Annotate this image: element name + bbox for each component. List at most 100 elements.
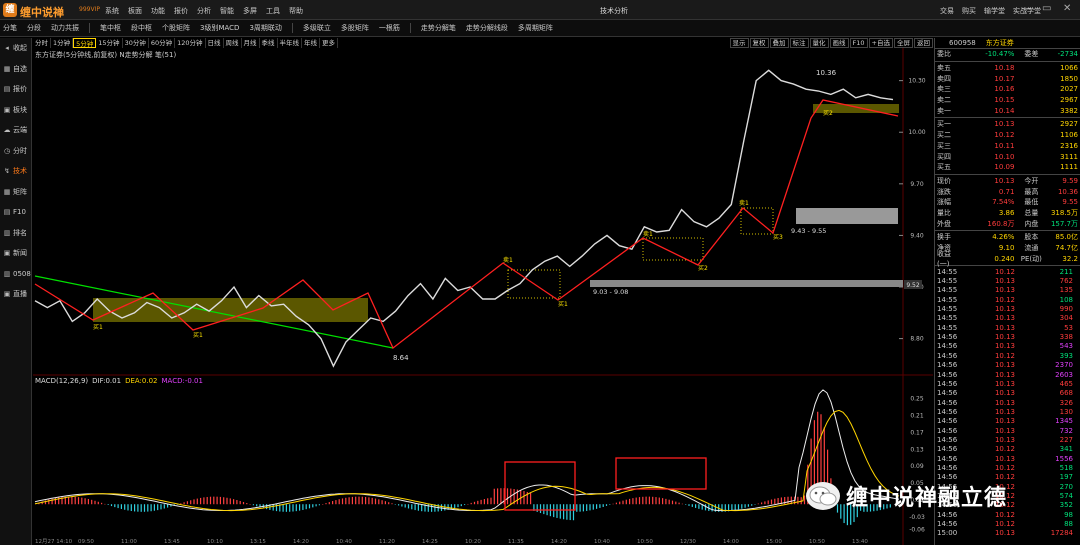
app-logo[interactable]: 缠 (3, 3, 17, 17)
toolbar-button[interactable]: 笔中枢 (100, 23, 121, 33)
macd-bar (114, 504, 116, 508)
order-book-row[interactable]: 买三 10.11 2316 (935, 141, 1080, 152)
sidebar-item[interactable]: ◷ 分时 (0, 141, 31, 162)
sidebar-item[interactable]: ▤ F10 (0, 202, 31, 223)
time-axis-label: 14:25 (422, 539, 438, 545)
sidebar-item[interactable]: ▥ 0508 (0, 264, 31, 285)
macd-bar (770, 499, 773, 505)
order-book-row[interactable]: 买五 10.09 1111 (935, 162, 1080, 173)
macd-axis-label: 0.21 (910, 413, 924, 420)
order-book-row[interactable]: 买四 10.10 3111 (935, 151, 1080, 162)
toolbar-button[interactable]: 多周期矩阵 (518, 23, 553, 33)
stat-label: 总量 (1024, 208, 1039, 217)
sidebar-item[interactable]: ▦ 自选 (0, 59, 31, 80)
order-book-row[interactable]: 卖五 10.18 1066 (935, 63, 1080, 74)
order-book-row[interactable]: 卖三 10.16 2027 (935, 84, 1080, 95)
right-menu-item[interactable]: 购买 (962, 6, 976, 16)
macd-value: MACD:-0.01 (161, 377, 203, 385)
macd-bar (272, 504, 274, 511)
order-book-row[interactable]: 买一 10.13 2927 (935, 119, 1080, 130)
maximize-icon[interactable]: ▭ (1042, 3, 1051, 14)
order-book-row[interactable]: 买二 10.12 1106 (935, 130, 1080, 141)
sidebar-item[interactable]: ◂ 收起 (0, 38, 31, 59)
range-label: 9.03 - 9.08 (593, 288, 628, 296)
sidebar-item[interactable]: ▣ 新闻 (0, 243, 31, 264)
toolbar-button[interactable]: 个股矩阵 (162, 23, 190, 33)
menu-item[interactable]: 报价 (174, 6, 188, 16)
toolbar-button[interactable]: 分笔 (3, 23, 17, 33)
order-book-row[interactable]: 卖一 10.14 3382 (935, 105, 1080, 116)
tick-row: 14:56 10.13 668 (935, 389, 1080, 398)
tick-price: 10.12 (994, 463, 1015, 472)
sidebar-item[interactable]: ▦ 矩阵 (0, 182, 31, 203)
tick-time: 14:56 (937, 407, 958, 416)
toolbar-button[interactable]: 动力共振 (51, 23, 79, 33)
window-title: 技术分析 (600, 7, 628, 15)
menu-item[interactable]: 功能 (151, 6, 165, 16)
macd-bar (414, 504, 416, 511)
sidebar-item[interactable]: ▣ 直播 (0, 284, 31, 305)
menu-item[interactable]: 多屏 (243, 6, 257, 16)
stat-row: 量比 3.86 总量 318.5万 (935, 208, 1080, 219)
macd-bar (391, 503, 393, 505)
menu-item[interactable]: 工具 (266, 6, 280, 16)
toolbar-button[interactable]: 一根筋 (379, 23, 400, 33)
tick-volume: 108 (1059, 295, 1073, 304)
order-volume: 2027 (1060, 85, 1078, 94)
toolbar-button[interactable]: 多级联立 (303, 23, 331, 33)
sidebar-item[interactable]: ▣ 板块 (0, 100, 31, 121)
right-menu-item[interactable]: 交易 (940, 6, 954, 16)
top-menu: 系统 板面 功能 报价 分析 智能 多屏 工具 帮助 (105, 6, 303, 16)
sidebar-item[interactable]: ▥ 排名 (0, 223, 31, 244)
macd-bar (246, 503, 248, 505)
tick-time: 14:56 (937, 520, 958, 529)
macd-bar (599, 504, 601, 508)
macd-bar (596, 504, 598, 509)
order-book-row[interactable]: 卖四 10.17 1850 (935, 73, 1080, 84)
time-axis-label: 14:00 (723, 539, 739, 545)
macd-axis-label: 0.09 (910, 463, 924, 470)
sidebar-icon: ↯ (4, 167, 10, 176)
stat-value: 9.55 (1062, 198, 1078, 207)
order-book-row[interactable]: 卖二 10.15 2967 (935, 95, 1080, 106)
price-chart[interactable]: 10.3010.009.709.409.108.809.529.03 - 9.0… (33, 38, 933, 545)
toolbar-button[interactable]: 3级别MACD (200, 23, 239, 33)
close-icon[interactable]: ✕ (1063, 3, 1071, 14)
tick-time: 14:56 (937, 333, 958, 342)
toolbar-button[interactable]: 3周期联动 (249, 23, 281, 33)
macd-bar (553, 504, 555, 518)
sidebar-icon: ▥ (3, 269, 11, 278)
macd-bar (734, 504, 736, 511)
stat-value: 74.7亿 (1055, 244, 1078, 253)
price-axis-label: 9.40 (910, 232, 924, 239)
range-bar (590, 280, 903, 287)
menu-item[interactable]: 系统 (105, 6, 119, 16)
macd-bar (150, 504, 152, 512)
toolbar-separator (89, 23, 90, 33)
sidebar-item-label: 板块 (13, 105, 27, 114)
menu-item[interactable]: 智能 (220, 6, 234, 16)
stat-row: 涨幅 7.54% 最低 9.55 (935, 197, 1080, 208)
macd-bar (295, 504, 297, 512)
macd-axis-label: -0.06 (909, 527, 925, 534)
macd-bar (77, 497, 80, 505)
sidebar-item[interactable]: ☁ 云端 (0, 120, 31, 141)
tick-row: 14:56 10.13 338 (935, 332, 1080, 341)
toolbar-button[interactable]: 分段 (27, 23, 41, 33)
menu-item[interactable]: 分析 (197, 6, 211, 16)
menu-item[interactable]: 板面 (128, 6, 142, 16)
toolbar-button[interactable]: 段中枢 (131, 23, 152, 33)
tick-volume: 98 (1064, 510, 1073, 519)
order-label: 买四 (937, 152, 951, 161)
macd-bar (642, 496, 644, 505)
toolbar-button[interactable]: 走势分解笔 (421, 23, 456, 33)
menu-item[interactable]: 帮助 (289, 6, 303, 16)
macd-bar (101, 502, 103, 505)
toolbar-button[interactable]: 多股矩阵 (341, 23, 369, 33)
minimize-icon[interactable]: — (1021, 3, 1031, 14)
right-menu-item[interactable]: 输学堂 (984, 6, 1005, 16)
sidebar-item[interactable]: ↯ 技术 (0, 161, 31, 182)
sidebar-item[interactable]: ▤ 报价 (0, 79, 31, 100)
toolbar-button[interactable]: 走势分解线段 (466, 23, 508, 33)
macd-bar (140, 504, 142, 512)
